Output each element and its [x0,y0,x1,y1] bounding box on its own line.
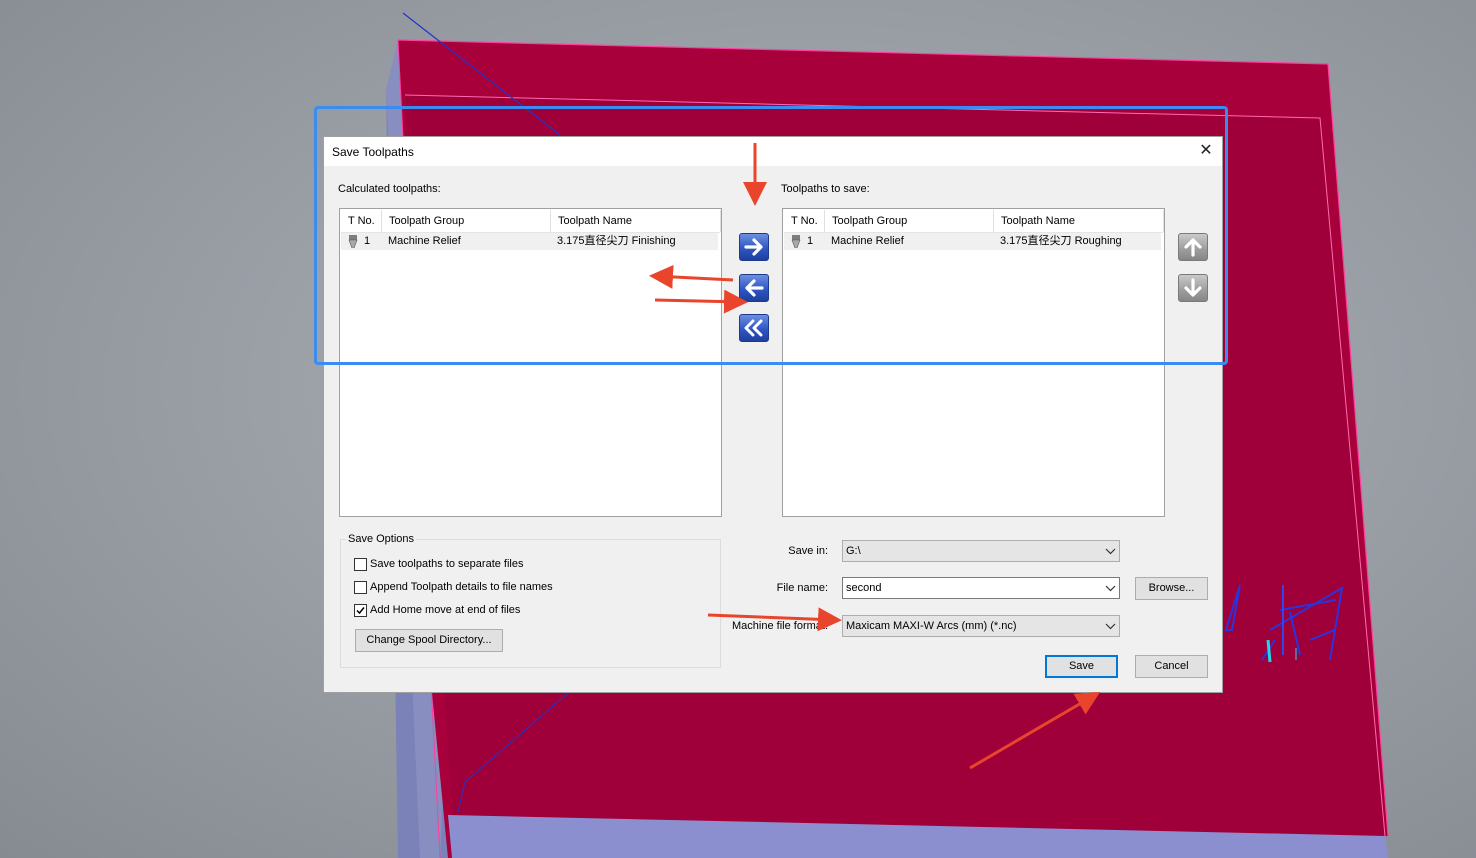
arrow-right-annotation [654,289,748,314]
arrow-left-annotation [649,264,734,289]
annotation-overlay [649,143,1101,770]
arrow-save-annotation [969,691,1101,770]
arrow-format-annotation [707,607,842,632]
annotation-arrow [649,143,1101,770]
